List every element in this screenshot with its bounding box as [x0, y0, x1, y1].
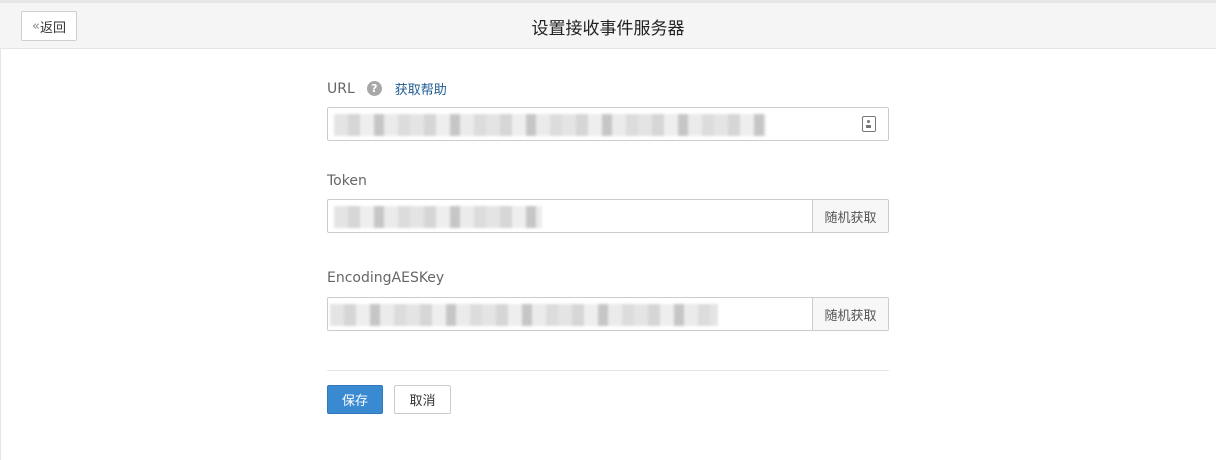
divider	[327, 370, 889, 371]
redacted-value	[334, 114, 766, 136]
token-label-row: Token	[327, 173, 367, 189]
cancel-button[interactable]: 取消	[394, 385, 451, 414]
random-token-button[interactable]: 随机获取	[812, 200, 888, 232]
contact-card-icon[interactable]	[862, 116, 876, 132]
aes-key-input-box[interactable]: 随机获取	[327, 297, 889, 331]
save-button[interactable]: 保存	[327, 385, 383, 414]
aes-key-label: EncodingAESKey	[327, 270, 445, 286]
redacted-value	[330, 304, 718, 326]
question-icon[interactable]: ?	[366, 81, 382, 96]
url-label-row: URL ? 获取帮助	[327, 79, 447, 99]
url-label: URL	[327, 80, 355, 97]
random-aes-key-button[interactable]: 随机获取	[812, 298, 888, 330]
aes-key-label-row: EncodingAESKey	[327, 270, 444, 286]
token-label: Token	[327, 173, 367, 189]
page-title: 设置接收事件服务器	[531, 19, 685, 39]
url-input-box[interactable]	[327, 107, 889, 141]
top-bar: « 返回 设置接收事件服务器	[0, 3, 1216, 49]
token-input-box[interactable]: 随机获取	[327, 199, 889, 233]
help-link[interactable]: 获取帮助	[395, 79, 447, 98]
redacted-value	[334, 206, 542, 228]
